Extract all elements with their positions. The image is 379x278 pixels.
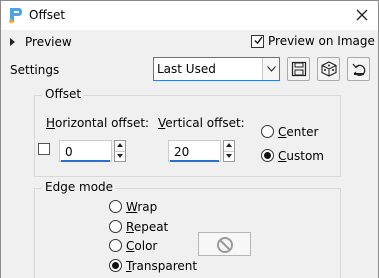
edge-color-swatch[interactable] <box>198 232 251 256</box>
randomize-button[interactable] <box>317 57 340 81</box>
wrap-label[interactable]: Wrap <box>126 200 157 214</box>
spin-down-icon[interactable] <box>117 154 123 158</box>
transparent-radio[interactable] <box>109 259 122 272</box>
preview-on-image-label: Preview on Image <box>268 34 375 48</box>
center-label[interactable]: Center <box>278 125 318 139</box>
save-icon <box>291 61 307 77</box>
vertical-offset-stepper[interactable] <box>223 140 235 162</box>
expand-arrow-icon <box>10 38 15 46</box>
vertical-offset-input[interactable]: 20 <box>168 140 221 162</box>
reset-button[interactable] <box>347 57 370 81</box>
radio-selected-dot <box>112 262 119 269</box>
color-label[interactable]: Color <box>126 239 157 253</box>
horizontal-offset-value: 0 <box>65 145 73 159</box>
reset-icon <box>352 63 366 76</box>
repeat-radio[interactable] <box>109 220 122 233</box>
offset-dialog: Offset Preview Preview on Image Settings… <box>0 0 379 278</box>
spin-down-icon[interactable] <box>226 154 232 158</box>
transparent-label[interactable]: Transparent <box>126 259 197 273</box>
spin-up-icon[interactable] <box>117 143 123 147</box>
custom-label[interactable]: Custom <box>278 149 324 163</box>
preview-label: Preview <box>25 35 72 49</box>
input-focus-underline <box>61 160 110 162</box>
titlebar: Offset <box>1 1 378 30</box>
vertical-offset-label: Vertical offset: <box>158 116 245 130</box>
randomize-dice-icon <box>321 61 337 77</box>
link-offsets-checkbox[interactable] <box>38 143 50 155</box>
vertical-offset-value: 20 <box>174 145 190 159</box>
radio-selected-dot <box>264 152 271 159</box>
settings-preset-value: Last Used <box>157 62 216 76</box>
center-radio[interactable] <box>261 125 274 138</box>
offset-group-title: Offset <box>42 87 85 101</box>
close-icon[interactable] <box>352 5 372 25</box>
wrap-radio[interactable] <box>109 200 122 213</box>
app-logo-icon <box>9 8 22 23</box>
color-radio[interactable] <box>109 239 122 252</box>
edge-mode-group-title: Edge mode <box>42 180 117 194</box>
checkmark-icon <box>254 36 263 45</box>
settings-label: Settings <box>10 63 60 77</box>
spin-up-icon[interactable] <box>226 143 232 147</box>
input-focus-underline <box>170 160 219 162</box>
horizontal-offset-label: Horizontal offset: <box>46 116 150 130</box>
preview-on-image-box[interactable] <box>251 35 264 48</box>
custom-radio[interactable] <box>261 149 274 162</box>
window-title: Offset <box>29 8 66 22</box>
repeat-label[interactable]: Repeat <box>126 220 168 234</box>
no-color-icon <box>217 237 233 253</box>
top-controls: Preview Preview on Image Settings Last U… <box>1 30 378 85</box>
settings-preset-dropdown[interactable]: Last Used <box>153 57 280 81</box>
horizontal-offset-stepper[interactable] <box>114 140 126 162</box>
horizontal-offset-input[interactable]: 0 <box>59 140 112 162</box>
chevron-down-icon <box>267 66 276 72</box>
save-preset-button[interactable] <box>287 57 310 81</box>
dialog-content: Offset Edge mode <box>1 85 378 278</box>
dropdown-button[interactable] <box>262 58 279 80</box>
